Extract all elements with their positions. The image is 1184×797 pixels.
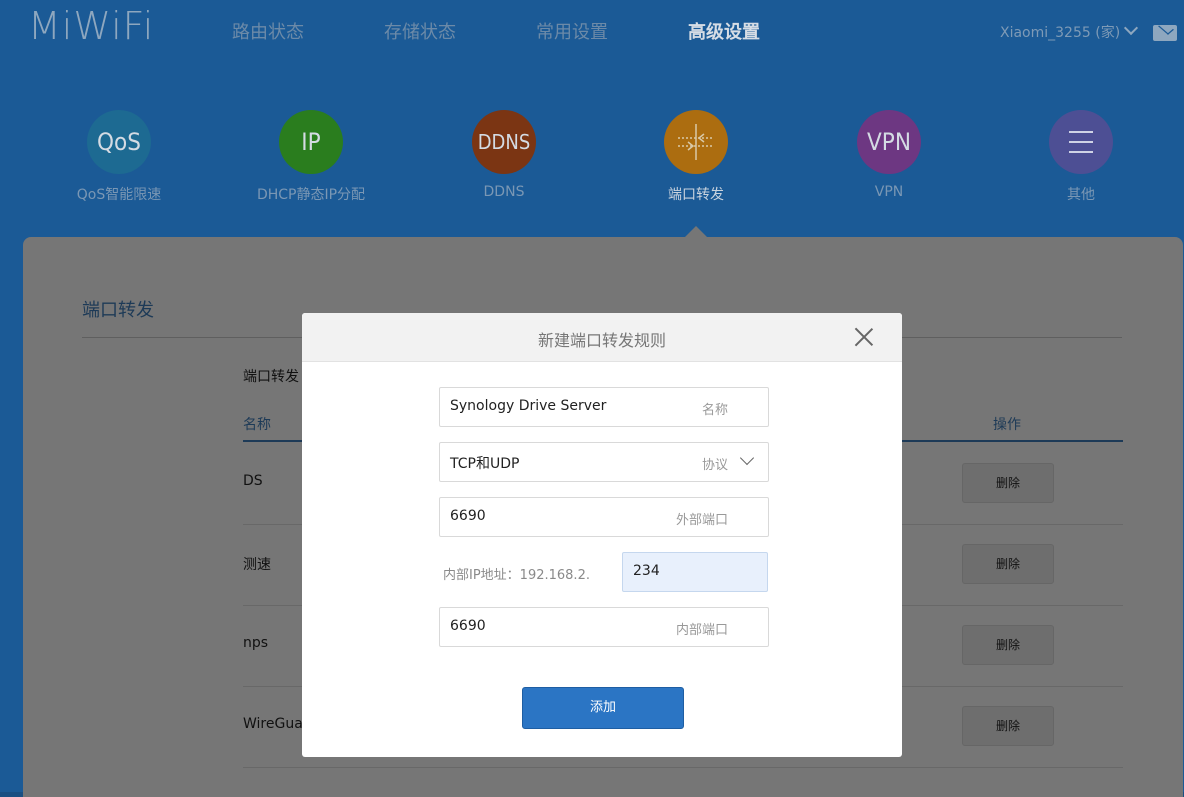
feature-qos[interactable]: QoS QoS智能限速 bbox=[29, 110, 209, 204]
delete-button[interactable]: 删除 bbox=[962, 463, 1054, 503]
internal-ip-label: 内部IP地址：192.168.2. bbox=[443, 568, 590, 583]
nav-router-status[interactable]: 路由状态 bbox=[232, 18, 304, 44]
external-port-hint: 外部端口 bbox=[675, 513, 728, 528]
internal-ip-field[interactable]: 234 bbox=[622, 552, 768, 592]
dialog-header: 新建端口转发规则 bbox=[302, 313, 902, 362]
delete-button[interactable]: 删除 bbox=[962, 706, 1054, 746]
rule-name: WireGuar bbox=[243, 716, 309, 732]
dialog-title: 新建端口转发规则 bbox=[537, 331, 666, 350]
feature-label: DHCP静态IP分配 bbox=[256, 187, 366, 203]
rule-name: DS bbox=[243, 473, 263, 489]
feature-label: QoS智能限速 bbox=[76, 187, 162, 203]
add-button[interactable]: 添加 bbox=[522, 687, 684, 729]
external-port-value: 6690 bbox=[450, 508, 486, 524]
feature-other[interactable]: 其他 bbox=[991, 110, 1171, 204]
user-menu[interactable]: Xiaomi_3255 (家) bbox=[1000, 20, 1139, 42]
port-forward-icon bbox=[664, 110, 728, 174]
column-header-action: 操作 bbox=[993, 417, 1021, 433]
internal-port-value: 6690 bbox=[450, 618, 486, 634]
name-field[interactable]: Synology Drive Server 名称 bbox=[439, 387, 769, 427]
port-forward-subheading: 端口转发 bbox=[243, 369, 299, 385]
qos-icon: QoS bbox=[87, 110, 151, 174]
ip-icon: IP bbox=[279, 110, 343, 174]
close-icon[interactable] bbox=[854, 327, 874, 347]
name-value: Synology Drive Server bbox=[450, 398, 607, 414]
feature-ddns[interactable]: DDNS DDNS bbox=[414, 110, 594, 200]
feature-label: DDNS bbox=[483, 184, 525, 200]
external-port-field[interactable]: 6690 外部端口 bbox=[439, 497, 769, 537]
column-header-name: 名称 bbox=[243, 417, 271, 433]
protocol-select[interactable]: TCP和UDP 协议 bbox=[439, 442, 769, 482]
feature-port-forward[interactable]: 端口转发 bbox=[606, 110, 786, 204]
chevron-down-icon bbox=[1124, 20, 1139, 36]
panel-title: 端口转发 bbox=[82, 300, 154, 321]
vpn-icon: VPN bbox=[857, 110, 921, 174]
protocol-value: TCP和UDP bbox=[450, 456, 520, 472]
feature-label: 端口转发 bbox=[668, 187, 724, 203]
mail-icon[interactable] bbox=[1153, 25, 1177, 41]
internal-port-hint: 内部端口 bbox=[675, 623, 728, 638]
feature-label: 其他 bbox=[1067, 187, 1095, 203]
feature-label: VPN bbox=[874, 184, 904, 200]
rule-name: nps bbox=[243, 635, 269, 651]
nav-storage-status[interactable]: 存储状态 bbox=[384, 18, 456, 44]
internal-port-field[interactable]: 6690 内部端口 bbox=[439, 607, 769, 647]
menu-icon bbox=[1049, 110, 1113, 174]
feature-dhcp-static-ip[interactable]: IP DHCP静态IP分配 bbox=[221, 110, 401, 204]
delete-button[interactable]: 删除 bbox=[962, 625, 1054, 665]
protocol-hint: 协议 bbox=[701, 458, 728, 473]
internal-ip-value: 234 bbox=[633, 563, 660, 579]
nav-advanced-settings[interactable]: 高级设置 bbox=[688, 18, 760, 44]
feature-vpn[interactable]: VPN VPN bbox=[799, 110, 979, 200]
rule-name: 测速 bbox=[243, 557, 271, 573]
user-name: Xiaomi_3255 (家) bbox=[1000, 25, 1121, 41]
name-hint: 名称 bbox=[701, 403, 728, 418]
chevron-down-icon bbox=[739, 450, 755, 466]
top-bar: MiWiFi 路由状态 存储状态 常用设置 高级设置 Xiaomi_3255 (… bbox=[0, 0, 1184, 60]
nav-common-settings[interactable]: 常用设置 bbox=[536, 18, 608, 44]
delete-button[interactable]: 删除 bbox=[962, 544, 1054, 584]
new-port-forward-dialog: 新建端口转发规则 Synology Drive Server 名称 TCP和UD… bbox=[302, 313, 902, 757]
ddns-icon: DDNS bbox=[472, 110, 536, 174]
miwifi-logo[interactable]: MiWiFi bbox=[28, 4, 154, 48]
